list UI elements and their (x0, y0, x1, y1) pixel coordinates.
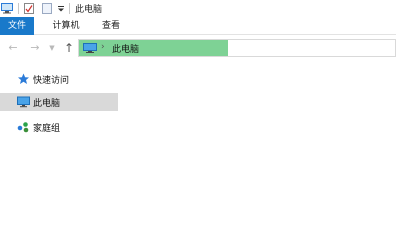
star-icon (18, 73, 29, 84)
toolbar-divider (18, 3, 19, 14)
title-bar: 此电脑 (0, 0, 396, 17)
new-folder-icon[interactable] (42, 3, 52, 14)
navigation-pane: 快速访问 此电脑 家庭组 (0, 64, 118, 252)
toolbar-divider (69, 3, 70, 14)
properties-icon[interactable] (24, 3, 34, 14)
sidebar-item-quick-access[interactable]: 快速访问 (0, 70, 118, 88)
sidebar-item-label: 家庭组 (33, 124, 61, 134)
navigation-bar: ← → ▼ ↑ › 此电脑 (0, 38, 396, 58)
file-list-area[interactable] (120, 64, 396, 252)
breadcrumb-chevron-icon[interactable]: › (101, 42, 105, 52)
arrow-right-icon: → (30, 41, 40, 54)
recent-locations-button[interactable]: ▼ (45, 40, 59, 56)
sidebar-item-homegroup[interactable]: 家庭组 (0, 118, 118, 136)
sidebar-item-label: 此电脑 (33, 99, 61, 109)
tab-view[interactable]: 查看 (96, 17, 126, 35)
up-button[interactable]: ↑ (62, 40, 76, 56)
computer-icon (17, 96, 30, 108)
forward-button[interactable]: → (28, 40, 42, 56)
breadcrumb-this-pc[interactable]: 此电脑 (112, 42, 139, 55)
arrow-up-icon: ↑ (63, 41, 75, 55)
homegroup-icon (17, 122, 29, 133)
computer-icon (1, 3, 13, 14)
sidebar-item-this-pc[interactable]: 此电脑 (0, 93, 118, 111)
customize-toolbar-icon[interactable] (57, 3, 65, 14)
window-title: 此电脑 (75, 5, 103, 15)
computer-icon (83, 43, 97, 53)
tab-computer[interactable]: 计算机 (46, 17, 86, 35)
arrow-left-icon: ← (8, 41, 18, 54)
sidebar-item-label: 快速访问 (33, 76, 70, 86)
ribbon: 文件 计算机 查看 (0, 17, 396, 35)
tab-file[interactable]: 文件 (0, 17, 34, 35)
back-button[interactable]: ← (6, 40, 20, 56)
address-bar[interactable]: › 此电脑 (78, 39, 396, 57)
chevron-down-icon: ▼ (49, 44, 55, 52)
